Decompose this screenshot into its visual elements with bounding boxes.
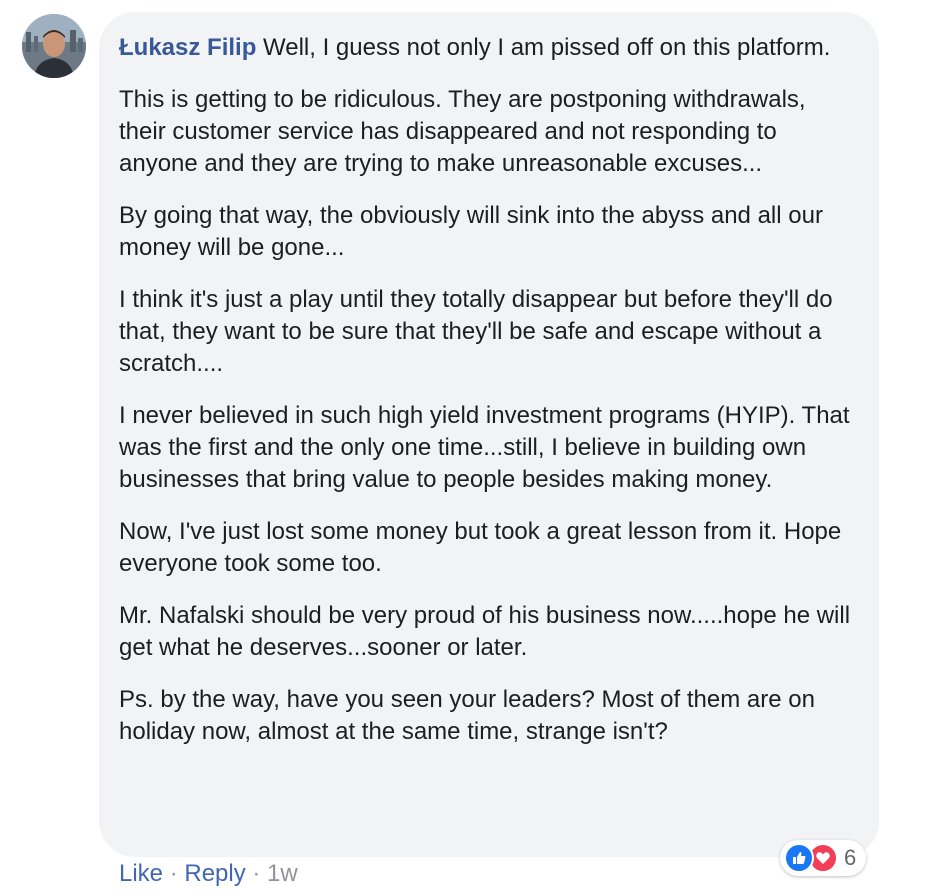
avatar[interactable]: [22, 14, 86, 78]
comment-paragraph: Mr. Nafalski should be very proud of his…: [119, 602, 851, 661]
comment-paragraph: This is getting to be ridiculous. They a…: [119, 86, 806, 177]
comment-paragraph: I think it's just a play until they tota…: [119, 286, 833, 377]
comment-actions: Like · Reply · 1w: [119, 858, 298, 890]
author-name[interactable]: Łukasz Filip: [119, 34, 256, 61]
reactions-summary[interactable]: 6: [780, 840, 867, 876]
comment-first-line: Well, I guess not only I am pissed off o…: [263, 34, 831, 61]
comment-paragraph: Ps. by the way, have you seen your leade…: [119, 686, 815, 745]
separator: ·: [245, 860, 268, 887]
comment-first-paragraph: Łukasz Filip Well, I guess not only I am…: [119, 32, 857, 64]
comment-paragraph: By going that way, the obviously will si…: [119, 202, 823, 261]
reply-button[interactable]: Reply: [184, 860, 245, 887]
comment-timestamp[interactable]: 1w: [267, 860, 298, 887]
comment-paragraph: I never believed in such high yield inve…: [119, 402, 850, 493]
separator: ·: [163, 860, 185, 887]
like-button[interactable]: Like: [119, 860, 163, 887]
like-icon: [784, 843, 814, 873]
reaction-count: 6: [844, 845, 857, 870]
avatar-photo: [22, 14, 86, 78]
comment-bubble: Łukasz Filip Well, I guess not only I am…: [99, 12, 879, 857]
comment-paragraph: Now, I've just lost some money but took …: [119, 518, 842, 577]
